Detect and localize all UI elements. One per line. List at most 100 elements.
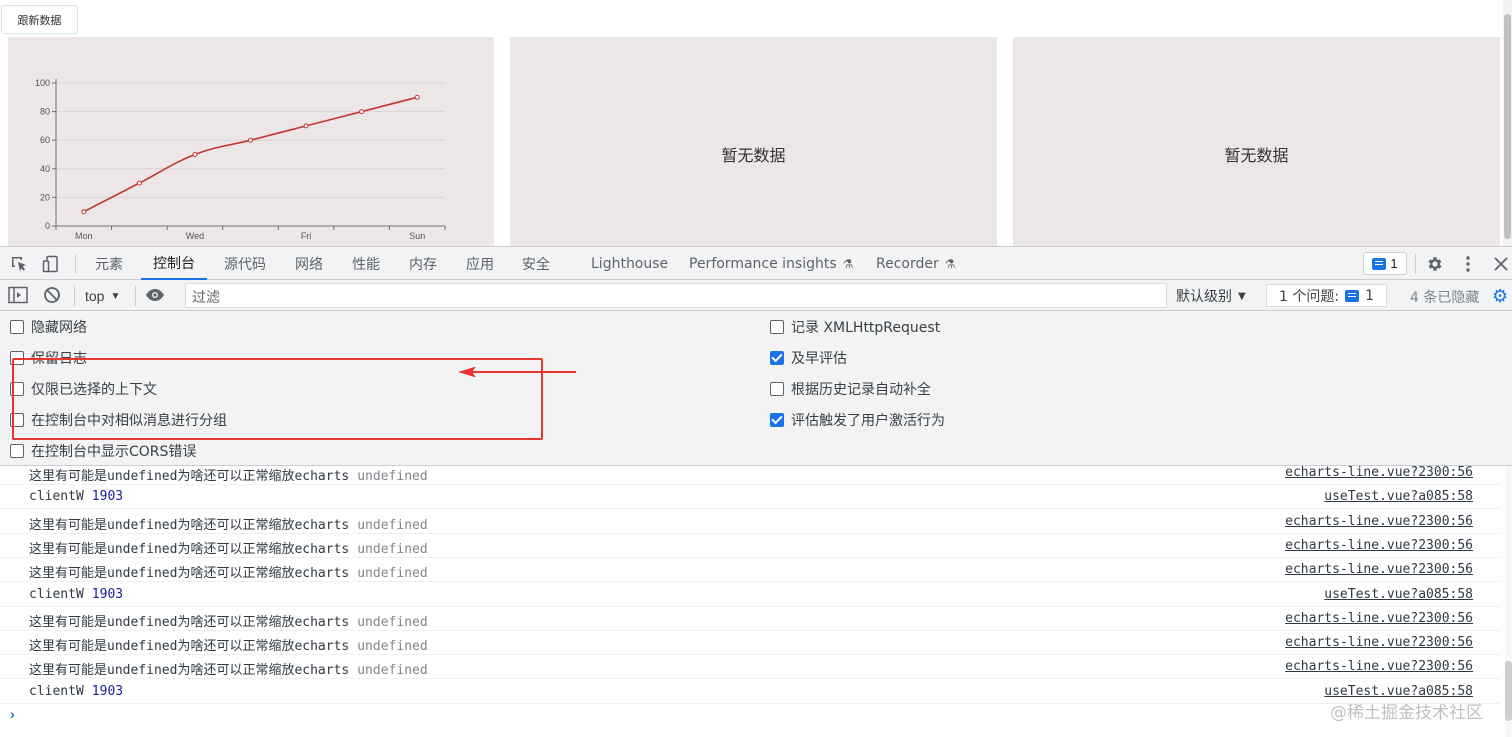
tab-recorder[interactable]: Recorder ⚗ <box>876 247 956 280</box>
refresh-data-button[interactable]: 跟新数据 <box>1 5 78 34</box>
option-hide-network[interactable]: 隐藏网络 <box>10 317 87 337</box>
log-source-link[interactable]: useTest.vue?a085:58 <box>1324 684 1473 699</box>
tab-sources[interactable]: 源代码 <box>224 247 266 280</box>
y-tick-label: 60 <box>40 135 50 145</box>
filter-input[interactable]: 过滤 <box>185 283 1167 308</box>
log-source-link[interactable]: echarts-line.vue?2300:56 <box>1285 562 1473 577</box>
empty-data-text: 暂无数据 <box>721 146 786 165</box>
tab-performance-insights[interactable]: Performance insights ⚗ <box>689 247 853 280</box>
log-arg: undefined <box>357 566 428 582</box>
tab-performance[interactable]: 性能 <box>352 247 380 280</box>
gear-icon[interactable] <box>1425 254 1445 274</box>
message-icon <box>1345 289 1360 302</box>
empty-data-text: 暂无数据 <box>1224 146 1289 165</box>
log-source-link[interactable]: echarts-line.vue?2300:56 <box>1285 465 1473 480</box>
checkbox[interactable] <box>770 351 784 365</box>
log-source-link[interactable]: echarts-line.vue?2300:56 <box>1285 635 1473 650</box>
tab-network[interactable]: 网络 <box>295 247 323 280</box>
log-text: 这里有可能是undefined为啥还可以正常缩放echarts <box>29 614 350 630</box>
scrollbar-thumb[interactable] <box>1505 661 1512 721</box>
x-tick-label: Wed <box>186 231 204 241</box>
eye-icon[interactable] <box>145 285 165 305</box>
caret-down-icon: ▼ <box>110 290 121 302</box>
option-label: 记录 XMLHttpRequest <box>791 320 941 336</box>
checkbox[interactable] <box>770 382 784 396</box>
separator <box>1415 254 1416 274</box>
console-prompt[interactable]: › <box>10 706 15 722</box>
close-icon[interactable] <box>1491 254 1511 274</box>
device-toolbar-icon[interactable] <box>41 254 61 274</box>
y-tick-label: 100 <box>35 78 50 88</box>
console-toolbar: top ▼ 过滤 默认级别 ▼ 1 个问题: 1 4 条已隐藏 ⚙ <box>0 280 1512 311</box>
sidebar-toggle-icon[interactable] <box>8 285 28 305</box>
log-level-select[interactable]: 默认级别 ▼ <box>1176 286 1246 306</box>
y-tick-label: 0 <box>45 221 50 231</box>
log-message: 这里有可能是undefined为啥还可以正常缩放echarts undefined <box>29 538 428 557</box>
checkbox[interactable] <box>10 320 24 334</box>
separator <box>75 254 76 274</box>
data-point <box>248 137 253 143</box>
issues-button[interactable]: 1 个问题: 1 <box>1266 284 1387 307</box>
checkbox[interactable] <box>770 320 784 334</box>
option-user-activation[interactable]: 评估触发了用户激活行为 <box>770 410 945 430</box>
log-text: clientW <box>29 586 84 602</box>
log-source-link[interactable]: echarts-line.vue?2300:56 <box>1285 611 1473 626</box>
log-arg: undefined <box>357 639 428 655</box>
checkbox[interactable] <box>10 444 24 458</box>
x-tick-label: Mon <box>75 231 93 241</box>
tab-console[interactable]: 控制台 <box>141 247 207 280</box>
tab-elements[interactable]: 元素 <box>95 247 123 280</box>
data-point <box>414 94 420 100</box>
data-point <box>359 109 365 115</box>
separator <box>135 286 136 306</box>
console-log-row: clientW 1903 useTest.vue?a085:58 <box>0 485 1500 510</box>
devtools-panel: 元素 控制台 源代码 网络 性能 内存 应用 安全 Lighthouse Per… <box>0 246 1512 737</box>
page-scrollbar[interactable] <box>1503 0 1512 246</box>
log-source-link[interactable]: useTest.vue?a085:58 <box>1324 587 1473 602</box>
x-tick-label: Fri <box>301 231 312 241</box>
issues-count: 1 <box>1390 256 1398 271</box>
option-label: 在控制台中显示CORS错误 <box>31 444 197 460</box>
y-tick-label: 40 <box>40 164 50 174</box>
option-eager-evaluation[interactable]: 及早评估 <box>770 348 847 368</box>
console-settings-gear-icon[interactable]: ⚙ <box>1492 286 1508 306</box>
scrollbar-thumb[interactable] <box>1504 14 1511 239</box>
log-source-link[interactable]: useTest.vue?a085:58 <box>1324 489 1473 504</box>
option-show-cors-errors[interactable]: 在控制台中显示CORS错误 <box>10 441 196 461</box>
tab-memory[interactable]: 内存 <box>409 247 437 280</box>
clear-console-icon[interactable] <box>42 285 62 305</box>
tab-security[interactable]: 安全 <box>522 247 550 280</box>
option-label: 隐藏网络 <box>31 320 87 336</box>
context-value: top <box>85 288 105 304</box>
console-scrollbar[interactable] <box>1505 466 1512 737</box>
more-options-icon[interactable] <box>1458 254 1478 274</box>
context-select[interactable]: top ▼ <box>85 286 120 306</box>
console-log-row: 这里有可能是undefined为啥还可以正常缩放echarts undefined… <box>0 607 1500 631</box>
page-area: 跟新数据 0 20 40 60 80 100 Mon Wed Fri Sun 暂无数据 暂无数据 <box>0 0 1512 246</box>
log-text: 这里有可能是undefined为啥还可以正常缩放echarts <box>29 566 350 582</box>
data-point <box>192 152 198 157</box>
issues-count: 1 <box>1365 287 1374 304</box>
console-log-row: 这里有可能是undefined为啥还可以正常缩放echarts undefined… <box>0 655 1500 680</box>
option-autocomplete-history[interactable]: 根据历史记录自动补全 <box>770 379 931 399</box>
tab-lighthouse[interactable]: Lighthouse <box>591 247 668 280</box>
log-source-link[interactable]: echarts-line.vue?2300:56 <box>1285 514 1473 529</box>
inspect-element-icon[interactable] <box>9 254 29 274</box>
checkbox[interactable] <box>770 413 784 427</box>
tab-application[interactable]: 应用 <box>466 247 494 280</box>
log-message: clientW 1903 <box>29 587 123 602</box>
log-source-link[interactable]: echarts-line.vue?2300:56 <box>1285 659 1473 674</box>
issues-badge[interactable]: 1 <box>1363 252 1407 275</box>
empty-chart-panel: 暂无数据 <box>1013 37 1500 246</box>
log-source-link[interactable]: echarts-line.vue?2300:56 <box>1285 538 1473 553</box>
log-text: 这里有可能是undefined为啥还可以正常缩放echarts <box>29 517 350 533</box>
option-label: 根据历史记录自动补全 <box>791 382 931 398</box>
log-number: 1903 <box>91 586 124 602</box>
separator <box>74 286 75 306</box>
option-label: 评估触发了用户激活行为 <box>791 413 945 429</box>
log-arg: undefined <box>357 469 428 484</box>
option-log-xmlhttprequest[interactable]: 记录 XMLHttpRequest <box>770 317 940 337</box>
data-point <box>136 180 142 186</box>
caret-down-icon: ▼ <box>1238 290 1246 302</box>
data-point <box>81 209 87 215</box>
